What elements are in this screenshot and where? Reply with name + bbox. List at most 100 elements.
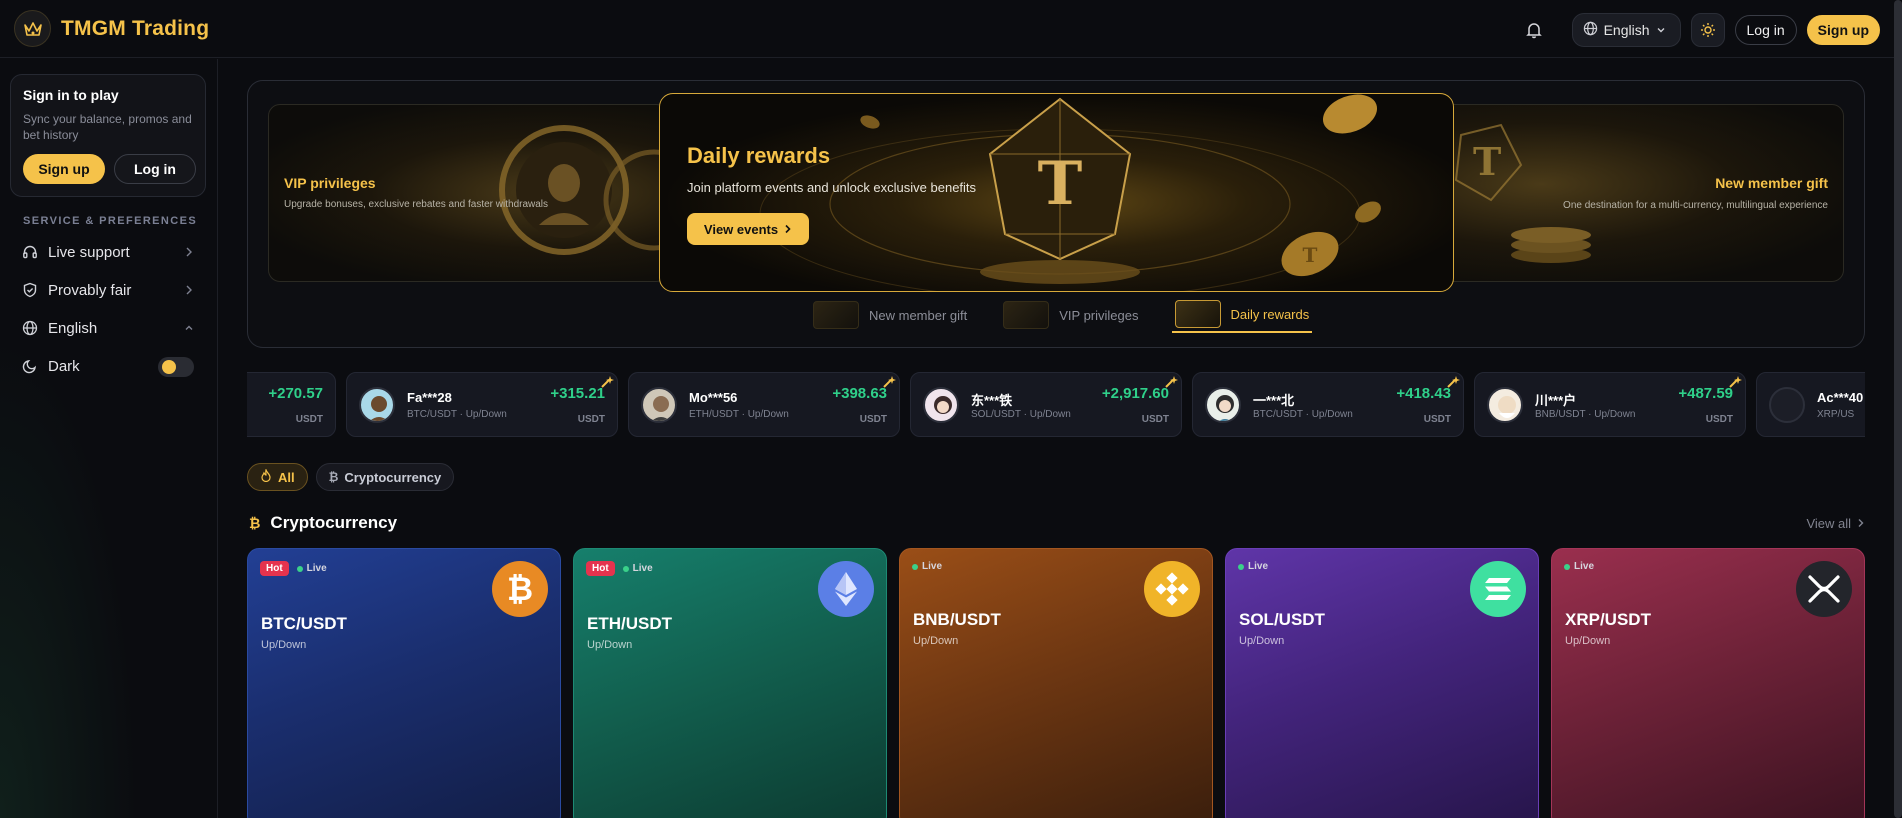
svg-text:T: T	[1038, 149, 1083, 219]
banner-slide-new-member[interactable]: T New member gift One destination for a …	[1440, 104, 1844, 282]
game-card-sol[interactable]: Live SOL/USDT Up/Down	[1225, 548, 1539, 818]
win-username: 一***北	[1253, 393, 1295, 408]
avatar	[641, 387, 677, 423]
avatar	[923, 387, 959, 423]
game-card-bnb[interactable]: Live BNB/USDT Up/Down	[899, 548, 1213, 818]
sparkle-icon	[601, 376, 614, 388]
slide-subtitle: Join platform events and unlock exclusiv…	[687, 180, 977, 195]
page-scrollbar[interactable]	[1894, 0, 1902, 818]
tab-new-member-gift[interactable]: New member gift	[810, 297, 970, 333]
sparkle-icon	[1165, 376, 1178, 388]
chevron-down-icon	[1656, 22, 1666, 38]
xrp-icon	[1796, 561, 1852, 617]
game-card-btc[interactable]: Hot Live BTC/USDT Up/Down ₿	[247, 548, 561, 818]
login-button[interactable]: Log in	[1734, 15, 1797, 45]
avatar	[1769, 387, 1805, 423]
win-meta: BTC/USDT · Up/Down	[407, 409, 507, 420]
filter-all[interactable]: All	[247, 463, 308, 491]
sidebar-menu: Live support Provably fair English Dark	[10, 233, 206, 385]
win-ticker: +270.57 USDT Fa***28 BTC/USDT · Up/Down …	[247, 372, 1865, 437]
card-pair: BTC/USDT	[261, 614, 347, 633]
avatar	[1205, 387, 1241, 423]
app-title: TMGM Trading	[61, 16, 210, 40]
win-currency: USDT	[1423, 414, 1451, 425]
signin-card: Sign in to play Sync your balance, promo…	[10, 74, 206, 197]
sidebar-item-live-support[interactable]: Live support	[10, 233, 206, 271]
chevron-up-icon	[184, 321, 194, 338]
vip-artwork	[499, 125, 667, 255]
hot-badge: Hot	[586, 561, 615, 576]
shield-check-icon	[22, 282, 38, 298]
tab-vip-privileges[interactable]: VIP privileges	[1000, 297, 1141, 333]
gift-artwork: T	[1454, 123, 1591, 263]
language-select[interactable]: English	[1571, 13, 1681, 47]
ethereum-icon	[818, 561, 874, 617]
win-username: Mo***56	[689, 390, 738, 405]
card-kind: Up/Down	[1565, 635, 1611, 647]
toggle-knob	[162, 360, 176, 374]
win-card: +270.57 USDT	[247, 372, 336, 437]
live-indicator: Live	[1238, 561, 1268, 572]
category-filters: All ₿ Cryptocurrency	[247, 463, 455, 491]
tab-daily-rewards[interactable]: Daily rewards	[1171, 297, 1313, 333]
filter-cryptocurrency[interactable]: ₿ Cryptocurrency	[315, 463, 455, 491]
sidebar-item-language[interactable]: English	[10, 309, 206, 347]
view-all-label: View all	[1806, 516, 1851, 531]
logo[interactable]: TMGM Trading	[14, 10, 209, 47]
slide-subtitle: One destination for a multi-currency, mu…	[1563, 200, 1828, 211]
banner-slide-daily-rewards[interactable]: T T Daily rewards Join platform events a…	[659, 93, 1454, 292]
hot-badge: Hot	[260, 561, 289, 576]
dark-mode-toggle[interactable]	[158, 357, 194, 377]
view-all-link[interactable]: View all	[1806, 516, 1865, 531]
win-username: 川***户	[1535, 393, 1577, 408]
win-card: Ac***40 XRP/US	[1756, 372, 1865, 437]
win-amount: +315.21	[550, 385, 605, 402]
sidebar-item-label: Provably fair	[48, 281, 132, 299]
tab-thumbnail	[813, 301, 859, 329]
scrollbar-thumb[interactable]	[1894, 0, 1902, 818]
win-meta: SOL/USDT · Up/Down	[971, 409, 1071, 420]
filter-label: Cryptocurrency	[344, 469, 442, 485]
tab-label: VIP privileges	[1059, 307, 1139, 323]
sidebar-item-dark-mode[interactable]: Dark	[10, 347, 206, 385]
win-username: Ac***40	[1817, 390, 1864, 405]
live-indicator: Live	[1564, 561, 1594, 572]
card-kind: Up/Down	[261, 639, 307, 651]
live-label: Live	[306, 563, 327, 574]
live-label: Live	[1248, 561, 1269, 572]
game-card-xrp[interactable]: Live XRP/USDT Up/Down	[1551, 548, 1865, 818]
win-meta: BTC/USDT · Up/Down	[1253, 409, 1353, 420]
win-amount: +398.63	[832, 385, 887, 402]
headset-icon	[22, 244, 38, 260]
sparkle-icon	[883, 376, 896, 388]
sidebar-item-provably-fair[interactable]: Provably fair	[10, 271, 206, 309]
win-card: Mo***56 ETH/USDT · Up/Down +398.63 USDT	[628, 372, 900, 437]
live-indicator: Live	[912, 561, 942, 572]
bell-icon[interactable]	[1520, 16, 1548, 44]
filter-label: All	[278, 469, 295, 485]
sun-icon[interactable]	[1690, 13, 1725, 47]
view-events-button[interactable]: View events	[687, 213, 809, 245]
solana-icon	[1470, 561, 1526, 617]
live-label: Live	[922, 561, 943, 572]
win-amount: +2,917.60	[1101, 385, 1169, 402]
tab-label: New member gift	[869, 307, 968, 323]
sparkle-icon	[1447, 376, 1460, 388]
sidebar-login-button[interactable]: Log in	[114, 154, 196, 184]
section-label: SERVICE & PREFERENCES	[23, 215, 198, 227]
chevron-right-icon	[184, 245, 194, 262]
svg-text:T: T	[1303, 243, 1318, 267]
view-events-label: View events	[703, 221, 779, 237]
card-pair: ETH/USDT	[587, 614, 672, 633]
tab-thumbnail	[1003, 301, 1050, 329]
game-card-eth[interactable]: Hot Live ETH/USDT Up/Down	[573, 548, 887, 818]
sidebar-signup-button[interactable]: Sign up	[23, 154, 105, 184]
banner-slide-vip[interactable]: VIP privileges Upgrade bonuses, exclusiv…	[268, 104, 668, 282]
signup-button[interactable]: Sign up	[1806, 15, 1880, 45]
chevron-right-icon	[1857, 516, 1865, 531]
section-header: ₿ Cryptocurrency	[249, 513, 397, 533]
win-amount: +418.43	[1396, 385, 1451, 402]
language-label: English	[1603, 22, 1650, 38]
win-currency: USDT	[859, 414, 887, 425]
tab-label: Daily rewards	[1230, 306, 1310, 322]
